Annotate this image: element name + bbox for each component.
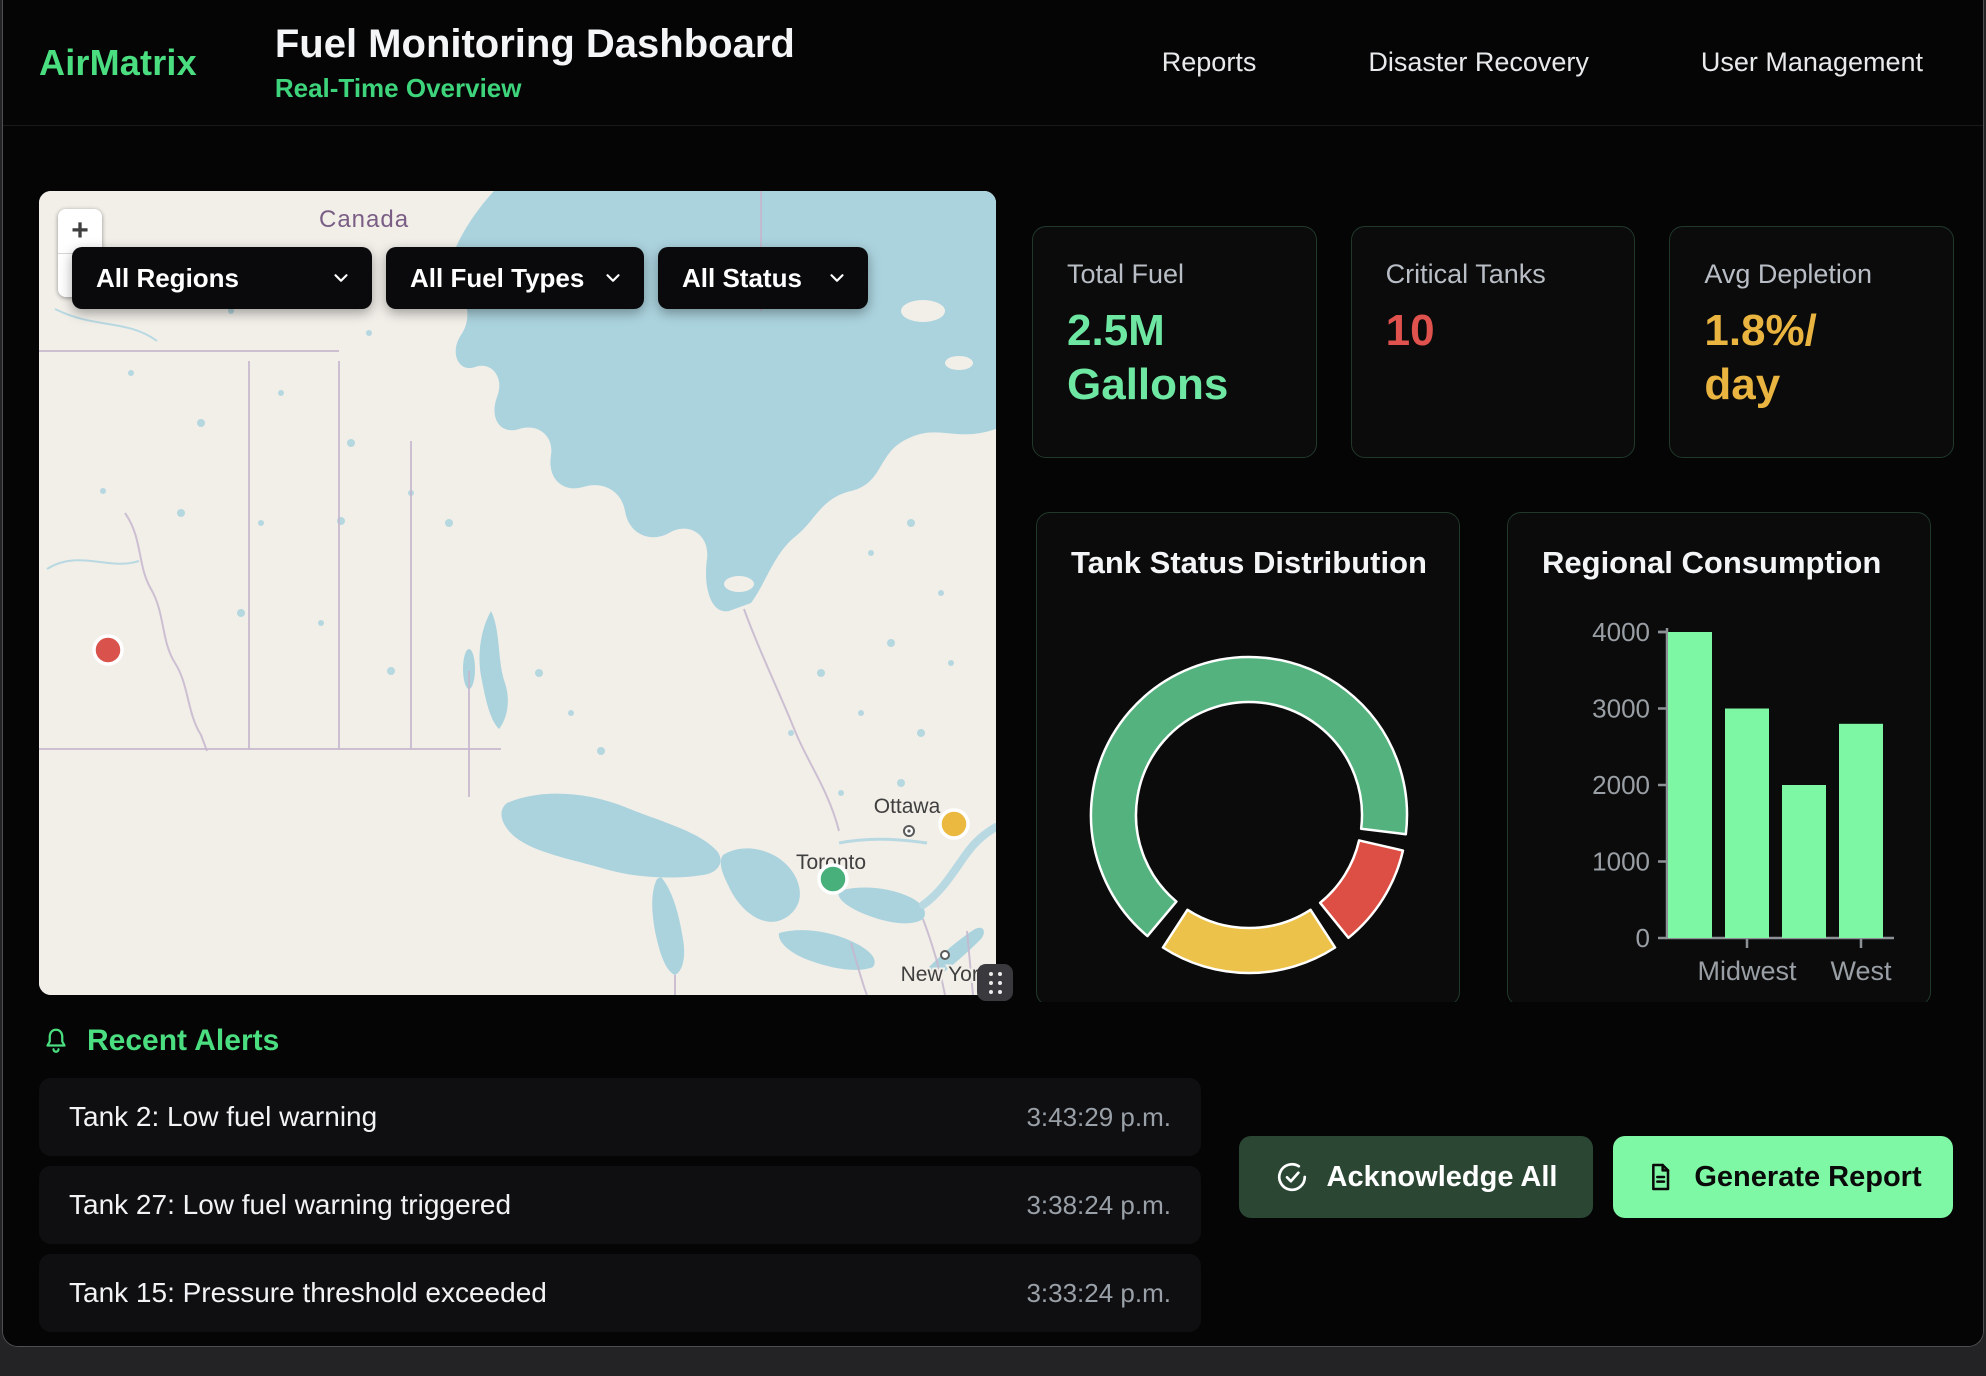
status-dropdown-label: All Status [682,263,802,294]
stat-value-avg-depletion: 1.8%/ day [1704,304,1919,411]
bar-region-1[interactable] [1725,709,1769,939]
generate-report-label: Generate Report [1694,1161,1921,1194]
alert-time: 3:33:24 p.m. [1026,1278,1171,1309]
acknowledge-all-button[interactable]: Acknowledge All [1239,1136,1593,1218]
map-filters: All Regions All Fuel Types All Status [72,247,868,309]
title-block: Fuel Monitoring Dashboard Real-Time Over… [275,22,795,104]
bar-region-3[interactable] [1839,724,1883,938]
stats-row: Total Fuel 2.5M Gallons Critical Tanks 1… [1032,226,1954,458]
page-subtitle: Real-Time Overview [275,73,795,104]
status-dropdown[interactable]: All Status [658,247,868,309]
bar-region-2[interactable] [1782,785,1826,938]
map-island [724,576,754,592]
y-tick-label: 2000 [1592,770,1650,800]
bar-chart-title: Regional Consumption [1508,513,1930,581]
stat-label: Avg Depletion [1704,259,1919,290]
bar-region-0[interactable] [1668,632,1712,938]
alert-row[interactable]: Tank 15: Pressure threshold exceeded 3:3… [39,1254,1201,1332]
stat-value-critical-tanks: 10 [1386,304,1601,358]
fuel-types-dropdown[interactable]: All Fuel Types [386,247,644,309]
alert-text: Tank 2: Low fuel warning [69,1101,377,1133]
y-tick-label: 1000 [1592,847,1650,877]
map-island [945,356,973,370]
stat-card-avg-depletion: Avg Depletion 1.8%/ day [1669,226,1954,458]
bell-icon [41,1026,71,1056]
alerts-heading: Recent Alerts [87,1024,279,1058]
app-window: AirMatrix Fuel Monitoring Dashboard Real… [2,0,1984,1347]
nav-item-reports[interactable]: Reports [1162,47,1257,78]
chevron-down-icon [602,267,624,289]
regions-dropdown-label: All Regions [96,263,239,294]
file-report-icon [1644,1161,1676,1193]
main-nav: Reports Disaster Recovery User Managemen… [1162,47,1923,78]
map-marker-normal[interactable] [819,865,847,893]
donut-segment-red[interactable] [1320,840,1403,937]
stat-label: Total Fuel [1067,259,1282,290]
y-tick-label: 0 [1636,923,1650,953]
alert-time: 3:38:24 p.m. [1026,1190,1171,1221]
donut-segment-yellow[interactable] [1163,910,1335,973]
screen: AirMatrix Fuel Monitoring Dashboard Real… [0,0,1986,1376]
alerts-panel: Recent Alerts Tank 2: Low fuel warning 3… [3,1002,1983,1347]
map-marker-warning[interactable] [940,810,968,838]
generate-report-button[interactable]: Generate Report [1613,1136,1953,1218]
alert-row[interactable]: Tank 27: Low fuel warning triggered 3:38… [39,1166,1201,1244]
y-tick-label: 3000 [1592,694,1650,724]
nav-item-disaster-recovery[interactable]: Disaster Recovery [1368,47,1589,78]
chevron-down-icon [826,267,848,289]
page-title: Fuel Monitoring Dashboard [275,22,795,67]
alert-time: 3:43:29 p.m. [1026,1102,1171,1133]
resize-grip-handle[interactable] [977,964,1013,1001]
fuel-types-dropdown-label: All Fuel Types [410,263,584,294]
map-canvas[interactable]: Canada Ottawa Toronto New York [39,191,996,995]
map-island [901,300,945,322]
regional-consumption-bar-chart: 0 1000 2000 3000 4000 Midwest West [1508,513,1931,1006]
regions-dropdown[interactable]: All Regions [72,247,372,309]
town-dot-icon [904,826,914,836]
regional-consumption-chart-card: Regional Consumption 0 1000 2000 3000 4000 Mi… [1507,512,1931,1006]
alert-list: Tank 2: Low fuel warning 3:43:29 p.m. Ta… [39,1078,1201,1342]
alert-text: Tank 15: Pressure threshold exceeded [69,1277,547,1309]
map-panel: Canada Ottawa Toronto New York + − All R… [39,191,996,995]
map-label-ottawa: Ottawa [874,795,941,818]
x-tick-label: West [1830,956,1892,986]
stat-value-total-fuel: 2.5M Gallons [1067,304,1282,411]
y-tick-label: 4000 [1592,617,1650,647]
map-label-canada: Canada [319,206,409,233]
stat-card-total-fuel: Total Fuel 2.5M Gallons [1032,226,1317,458]
tank-status-donut-chart [1037,513,1460,1006]
brand-logo: AirMatrix [39,42,197,84]
map-marker-critical[interactable] [94,636,122,664]
header: AirMatrix Fuel Monitoring Dashboard Real… [3,0,1983,126]
town-dot-icon [941,951,949,959]
nav-item-user-management[interactable]: User Management [1701,47,1923,78]
chevron-down-icon [330,267,352,289]
tank-status-chart-card: Tank Status Distribution [1036,512,1460,1006]
stat-label: Critical Tanks [1386,259,1601,290]
check-circle-icon [1275,1160,1309,1194]
acknowledge-all-label: Acknowledge All [1327,1161,1558,1194]
alert-text: Tank 27: Low fuel warning triggered [69,1189,511,1221]
donut-chart-title: Tank Status Distribution [1037,513,1459,581]
alerts-header: Recent Alerts [41,1024,279,1058]
alert-row[interactable]: Tank 2: Low fuel warning 3:43:29 p.m. [39,1078,1201,1156]
x-tick-label: Midwest [1697,956,1797,986]
stat-card-critical-tanks: Critical Tanks 10 [1351,226,1636,458]
